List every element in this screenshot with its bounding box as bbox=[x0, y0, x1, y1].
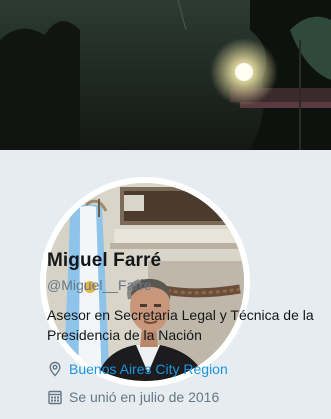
profile-location: Buenos Aires City Region bbox=[47, 361, 228, 377]
profile-display-name[interactable]: Miguel Farré bbox=[47, 250, 161, 272]
location-pin-icon bbox=[47, 361, 63, 377]
profile-handle[interactable]: @Miguel__Farre bbox=[47, 277, 151, 293]
join-date-text: Se unió en julio de 2016 bbox=[69, 389, 220, 405]
profile-banner-image[interactable] bbox=[0, 0, 331, 150]
calendar-icon bbox=[47, 389, 63, 405]
location-link[interactable]: Buenos Aires City Region bbox=[69, 361, 228, 377]
profile-join-date: Se unió en julio de 2016 bbox=[47, 389, 219, 405]
profile-bio: Asesor en Secretaria Legal y Técnica de … bbox=[47, 307, 314, 343]
